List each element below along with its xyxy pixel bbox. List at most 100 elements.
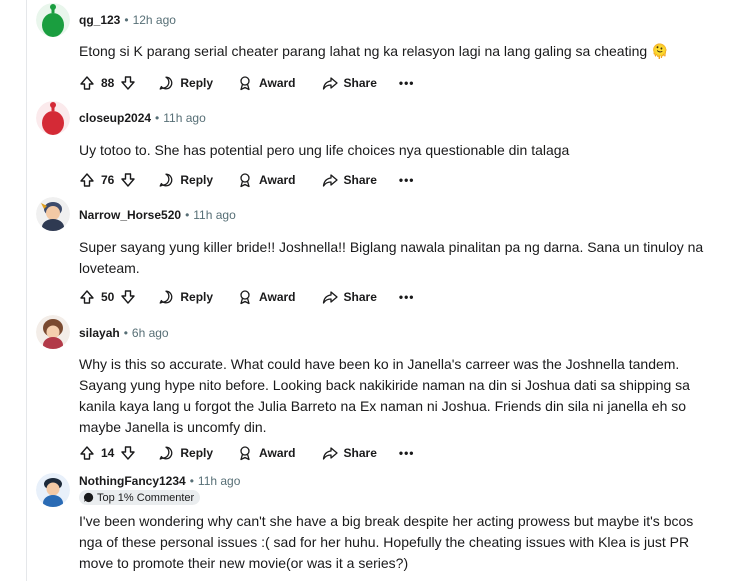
- more-options-button[interactable]: •••: [399, 290, 415, 304]
- custom-avatar-icon: [36, 197, 70, 231]
- reply-label: Reply: [180, 76, 214, 90]
- meta-separator: •: [123, 326, 128, 340]
- more-options-button[interactable]: •••: [399, 173, 415, 187]
- meta-separator: •: [189, 474, 194, 488]
- downvote-icon: [121, 76, 136, 90]
- downvote-icon: [121, 290, 136, 304]
- downvote-button[interactable]: [120, 445, 136, 461]
- avatar[interactable]: [36, 101, 70, 135]
- share-button[interactable]: Share: [322, 75, 377, 91]
- award-button[interactable]: Award: [237, 75, 296, 91]
- more-options-button[interactable]: •••: [399, 76, 415, 90]
- share-button[interactable]: Share: [322, 172, 377, 188]
- award-button[interactable]: Award: [237, 172, 296, 188]
- reply-button[interactable]: Reply: [158, 289, 213, 305]
- avatar[interactable]: [36, 315, 70, 349]
- award-button[interactable]: Award: [237, 289, 296, 305]
- award-label: Award: [259, 76, 296, 90]
- top-commenter-badge: Top 1% Commenter: [79, 490, 201, 505]
- award-label: Award: [259, 173, 296, 187]
- comment-bubble-icon: [159, 290, 173, 304]
- award-label: Award: [259, 290, 296, 304]
- meta-separator: •: [155, 111, 160, 125]
- username[interactable]: NothingFancy1234: [79, 474, 186, 488]
- comment-meta: closeup2024 • 11h ago: [79, 111, 206, 125]
- upvote-icon: [80, 446, 94, 460]
- username[interactable]: qg_123: [79, 13, 120, 27]
- downvote-icon: [121, 446, 136, 460]
- award-icon: [240, 76, 250, 91]
- avatar[interactable]: [36, 197, 70, 231]
- vote-score: 50: [101, 290, 115, 304]
- comment-body: Uy totoo to. She has potential pero ung …: [79, 142, 570, 158]
- comment-meta: Narrow_Horse520 • 11h ago: [79, 208, 236, 222]
- comment-bubble-icon: [159, 173, 173, 187]
- share-label: Share: [343, 76, 377, 90]
- avatar[interactable]: [36, 3, 70, 37]
- comment-meta: silayah • 6h ago: [79, 326, 169, 340]
- share-button[interactable]: Share: [322, 445, 377, 461]
- award-label: Award: [259, 446, 296, 460]
- comment-actions: 50 Reply Award Share •••: [79, 287, 414, 307]
- comment-bubble-icon: [159, 76, 173, 90]
- upvote-button[interactable]: [79, 172, 95, 188]
- upvote-button[interactable]: [79, 75, 95, 91]
- award-icon: [240, 173, 250, 188]
- vote-score: 76: [101, 173, 115, 187]
- comment-meta: NothingFancy1234 • 11h ago: [79, 474, 240, 488]
- share-icon: [322, 77, 338, 90]
- vote-score: 88: [101, 76, 115, 90]
- award-button[interactable]: Award: [237, 445, 296, 461]
- comment-actions: 14 Reply Award Share •••: [79, 443, 414, 463]
- timestamp: 11h ago: [193, 208, 236, 222]
- timestamp: 12h ago: [132, 13, 176, 27]
- more-options-button[interactable]: •••: [399, 446, 415, 460]
- reply-label: Reply: [180, 446, 214, 460]
- comment-actions: 88 Reply Award Share •••: [79, 73, 414, 93]
- comment-body: Why is this so accurate. What could have…: [79, 356, 690, 435]
- share-icon: [322, 447, 338, 460]
- upvote-icon: [80, 76, 94, 90]
- upvote-button[interactable]: [79, 445, 95, 461]
- downvote-button[interactable]: [120, 289, 136, 305]
- comment-actions: 76 Reply Award Share •••: [79, 170, 414, 190]
- comment-body: I've been wondering why can't she have a…: [79, 513, 694, 571]
- share-label: Share: [343, 290, 377, 304]
- username[interactable]: Narrow_Horse520: [79, 208, 181, 222]
- downvote-button[interactable]: [120, 172, 136, 188]
- award-icon: [240, 290, 250, 305]
- snoo-avatar-icon: [36, 101, 70, 135]
- username[interactable]: closeup2024: [79, 111, 151, 125]
- custom-avatar-icon: [36, 315, 70, 349]
- timestamp: 6h ago: [131, 326, 169, 340]
- timestamp: 11h ago: [163, 111, 206, 125]
- meta-separator: •: [185, 208, 190, 222]
- upvote-icon: [80, 290, 94, 304]
- downvote-button[interactable]: [120, 75, 136, 91]
- thread-line: [26, 0, 27, 581]
- share-label: Share: [343, 446, 377, 460]
- reply-button[interactable]: Reply: [158, 75, 213, 91]
- chat-bubble-icon: [83, 492, 94, 503]
- meta-separator: •: [124, 13, 129, 27]
- badge-label: Top 1% Commenter: [97, 491, 195, 504]
- downvote-icon: [121, 173, 136, 187]
- reply-label: Reply: [180, 173, 214, 187]
- reply-button[interactable]: Reply: [158, 445, 213, 461]
- reply-button[interactable]: Reply: [158, 172, 213, 188]
- share-icon: [322, 291, 338, 304]
- snoo-avatar-icon: [36, 3, 70, 37]
- custom-avatar-icon: [36, 473, 70, 507]
- share-label: Share: [343, 173, 377, 187]
- share-button[interactable]: Share: [322, 289, 377, 305]
- comment-bubble-icon: [159, 446, 173, 460]
- reply-label: Reply: [180, 290, 214, 304]
- avatar[interactable]: [36, 473, 70, 507]
- comment-body: Super sayang yung killer bride!! Joshnel…: [79, 239, 704, 276]
- comment-meta: qg_123 • 12h ago: [79, 13, 176, 27]
- vote-score: 14: [101, 446, 115, 460]
- upvote-icon: [80, 173, 94, 187]
- timestamp: 11h ago: [197, 474, 241, 488]
- upvote-button[interactable]: [79, 289, 95, 305]
- username[interactable]: silayah: [79, 326, 120, 340]
